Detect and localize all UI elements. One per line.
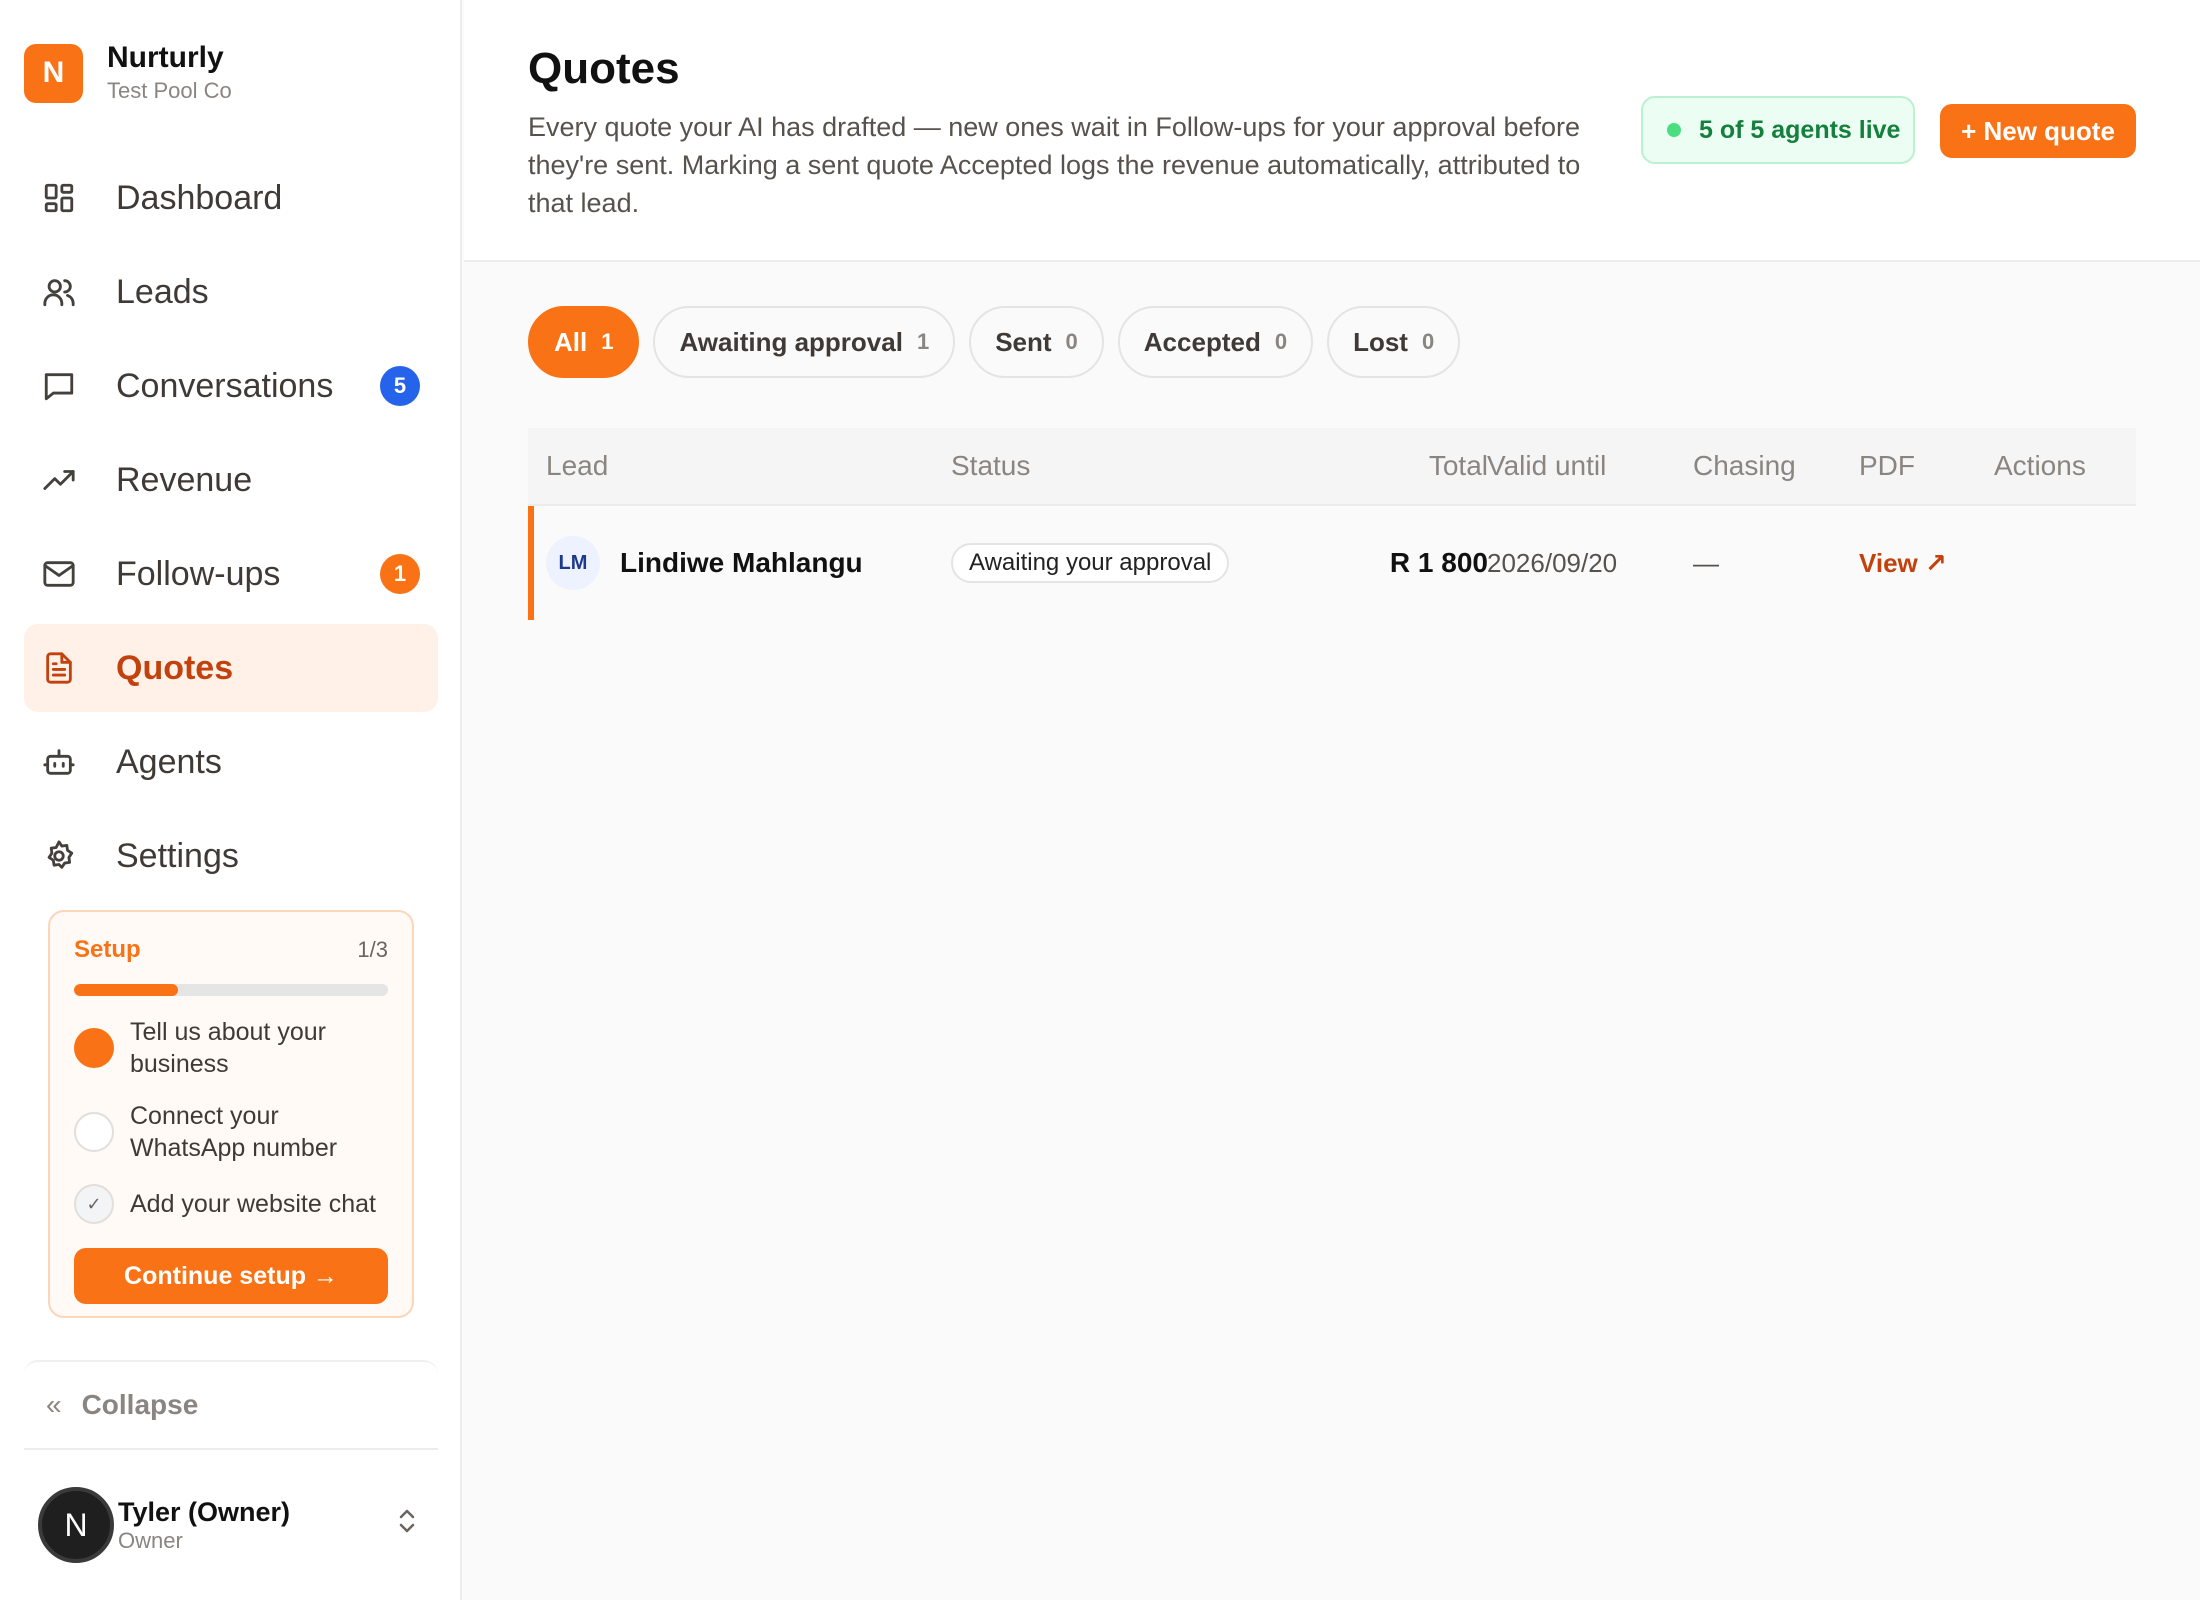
setup-progress <box>74 984 388 996</box>
column-header-total[interactable]: Total <box>1429 450 1488 482</box>
sidebar-item-dashboard[interactable]: Dashboard <box>24 154 438 242</box>
brand-name: Nurturly <box>107 41 224 74</box>
filter-label: Accepted <box>1143 326 1261 357</box>
sidebar-item-label: Agents <box>116 742 222 781</box>
page-title: Quotes <box>528 44 680 93</box>
dashboard-icon <box>42 181 76 215</box>
agents-live-badge: 5 of 5 agents live <box>1641 96 1915 164</box>
sidebar-item-label: Settings <box>116 836 239 875</box>
agents-live-text: 5 of 5 agents live <box>1699 115 1901 144</box>
valid-until-date: 2026/09/20 <box>1487 547 1618 578</box>
page-header: Quotes Every quote your AI has drafted —… <box>464 0 2200 262</box>
setup-step[interactable]: Connect your WhatsApp number <box>74 1100 388 1164</box>
filter-count: 0 <box>1421 329 1435 354</box>
bot-icon <box>42 745 76 779</box>
status-badge: Awaiting your approval <box>951 543 1230 583</box>
sidebar-item-label: Follow-ups <box>116 554 281 593</box>
sidebar: N Nurturly Test Pool Co Dashboard Leads … <box>0 0 462 1600</box>
sidebar-item-revenue[interactable]: Revenue <box>24 436 438 524</box>
sidebar-item-label: Dashboard <box>116 178 283 217</box>
user-menu[interactable]: N Tyler (Owner) Owner <box>24 1470 438 1580</box>
setup-progress-fill <box>74 984 178 996</box>
column-header-pdf: PDF <box>1859 450 1915 481</box>
filter-count: 0 <box>1065 329 1078 354</box>
column-header-status[interactable]: Status <box>951 450 1030 482</box>
filter-accepted[interactable]: Accepted 0 <box>1117 306 1314 378</box>
setup-count: 1/3 <box>357 937 388 962</box>
org-name: Test Pool Co <box>107 78 232 103</box>
chevron-up-down-icon[interactable] <box>396 1506 418 1542</box>
continue-setup-button[interactable]: Continue setup → <box>74 1248 388 1304</box>
brand-logo: N <box>24 43 83 103</box>
user-name: Tyler (Owner) <box>118 1496 291 1527</box>
step-done-icon <box>74 1028 114 1068</box>
filter-count: 1 <box>601 329 614 354</box>
table-row[interactable]: LM Lindiwe Mahlangu Awaiting your approv… <box>528 506 2136 620</box>
table-header: Lead Status Total Valid until Chasing PD… <box>528 428 2136 506</box>
lead-avatar: LM <box>546 536 600 590</box>
filter-label: Lost <box>1353 326 1408 357</box>
column-header-lead[interactable]: Lead <box>546 450 608 482</box>
sidebar-item-label: Leads <box>116 272 209 311</box>
status-dot-icon <box>1667 123 1681 137</box>
sidebar-item-conversations[interactable]: Conversations 5 <box>24 342 438 430</box>
sidebar-item-follow-ups[interactable]: Follow-ups 1 <box>24 530 438 618</box>
setup-step-text: Add your website chat <box>130 1190 376 1218</box>
setup-step-text: Tell us about your business <box>130 1018 326 1078</box>
pending-badge: 1 <box>380 554 420 594</box>
sidebar-item-agents[interactable]: Agents <box>24 718 438 806</box>
lead-name: Lindiwe Mahlangu <box>620 547 863 578</box>
brand[interactable]: N Nurturly Test Pool Co <box>24 40 232 106</box>
sidebar-item-quotes[interactable]: Quotes <box>24 624 438 712</box>
avatar: N <box>38 1487 114 1563</box>
sidebar-item-label: Quotes <box>116 648 234 687</box>
filter-count: 1 <box>916 329 930 354</box>
document-icon <box>42 651 76 685</box>
sidebar-item-label: Conversations <box>116 366 334 405</box>
quotes-table: Lead Status Total Valid until Chasing PD… <box>528 428 2136 620</box>
new-quote-button[interactable]: + New quote <box>1940 104 2136 158</box>
quote-total: R 1 800 <box>1389 547 1488 578</box>
mail-icon <box>42 557 76 591</box>
status-filter-tabs: All 1 Awaiting approval 1 Sent 0 Accepte… <box>528 306 1474 378</box>
setup-step-text: Connect your WhatsApp number <box>130 1102 338 1162</box>
column-header-chasing[interactable]: Chasing <box>1693 450 1796 482</box>
setup-step[interactable]: Tell us about your business <box>74 1016 388 1080</box>
users-icon <box>42 275 76 309</box>
sidebar-item-leads[interactable]: Leads <box>24 248 438 336</box>
filter-all[interactable]: All 1 <box>528 306 640 378</box>
gear-icon <box>42 839 76 873</box>
sidebar-nav: Dashboard Leads Conversations 5 Revenue … <box>24 154 438 906</box>
view-pdf-link[interactable]: View ↗ <box>1859 548 1947 579</box>
step-todo-icon <box>74 1112 114 1152</box>
collapse-label: Collapse <box>81 1389 199 1420</box>
filter-label: Awaiting approval <box>679 326 903 357</box>
user-role: Owner <box>118 1527 183 1553</box>
collapse-button[interactable]: « Collapse <box>24 1360 438 1450</box>
filter-label: Sent <box>995 326 1052 357</box>
page-description: Every quote your AI has drafted — new on… <box>528 112 1581 218</box>
checkmark-icon: ✓ <box>74 1184 114 1224</box>
chasing-value: — <box>1693 547 1719 578</box>
setup-card: Setup 1/3 Tell us about your business Co… <box>48 910 414 1318</box>
filter-label: All <box>554 326 588 357</box>
filter-count: 0 <box>1274 329 1288 354</box>
setup-title: Setup <box>74 936 141 963</box>
trending-up-icon <box>42 463 76 497</box>
filter-sent[interactable]: Sent 0 <box>969 306 1104 378</box>
filter-awaiting-approval[interactable]: Awaiting approval 1 <box>653 306 956 378</box>
chat-icon <box>42 369 76 403</box>
setup-step[interactable]: ✓ Add your website chat <box>74 1184 388 1224</box>
filter-lost[interactable]: Lost 0 <box>1327 306 1461 378</box>
chevrons-left-icon: « <box>46 1389 62 1420</box>
sidebar-item-label: Revenue <box>116 460 253 499</box>
sidebar-item-settings[interactable]: Settings <box>24 812 438 900</box>
lead-cell[interactable]: LM Lindiwe Mahlangu <box>546 536 863 590</box>
unread-badge: 5 <box>380 366 420 406</box>
column-header-actions: Actions <box>1994 450 2086 481</box>
column-header-valid-until[interactable]: Valid until <box>1487 450 1606 482</box>
